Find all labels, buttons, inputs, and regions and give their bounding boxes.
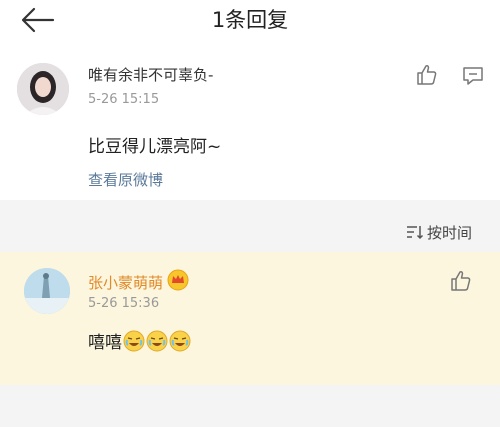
post-like-button[interactable]: [415, 63, 439, 87]
original-comment: 唯有余非不可辜负- 5-26 15:15 比豆得儿漂亮阿~ 查看原微博: [0, 52, 500, 200]
back-button[interactable]: [20, 5, 56, 35]
avatar-image: [24, 268, 70, 314]
vip-crown-icon: [167, 269, 189, 291]
section-divider: [0, 200, 500, 212]
reply-username[interactable]: 张小蒙萌萌: [88, 272, 163, 293]
laugh-cry-emoji: [146, 330, 168, 352]
avatar[interactable]: [17, 63, 69, 115]
laugh-cry-emoji: [123, 330, 145, 352]
sort-label: 按时间: [426, 223, 472, 242]
reply-avatar[interactable]: [24, 268, 70, 314]
like-icon: [451, 270, 471, 291]
reply-like-button[interactable]: [449, 269, 473, 293]
top-bar: 1条回复: [0, 0, 500, 42]
page-title: 1条回复: [211, 8, 289, 32]
sort-by-time-button[interactable]: 按时间: [405, 220, 472, 244]
post-comment-button[interactable]: [461, 64, 485, 88]
laugh-cry-emoji: [169, 330, 191, 352]
avatar-image: [17, 63, 69, 115]
sort-bar: 按时间: [0, 212, 500, 252]
post-content: 比豆得儿漂亮阿~: [88, 137, 222, 157]
post-timestamp: 5-26 15:15: [88, 92, 160, 107]
empty-area: [0, 385, 500, 427]
post-username[interactable]: 唯有余非不可辜负-: [88, 64, 213, 85]
like-icon: [417, 64, 437, 85]
reply-text: 嘻嘻: [88, 333, 122, 353]
reply-content: 嘻嘻: [88, 328, 191, 353]
reply-timestamp: 5-26 15:36: [88, 296, 160, 311]
reply-item: 张小蒙萌萌 5-26 15:36 嘻嘻: [0, 252, 500, 385]
back-arrow-icon: [21, 7, 55, 33]
view-original-link[interactable]: 查看原微博: [88, 169, 163, 190]
comment-icon: [463, 67, 483, 85]
sort-icon: [406, 226, 424, 240]
